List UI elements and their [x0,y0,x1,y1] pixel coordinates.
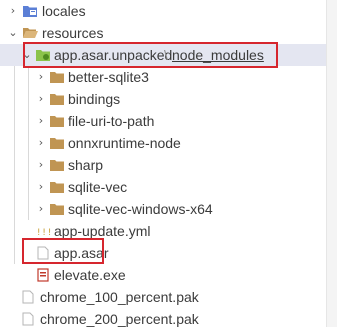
tree-item-module[interactable]: › onnxruntime-node [0,132,337,154]
locales-folder-icon [23,6,37,17]
chevron-down-icon[interactable]: ⌄ [8,22,18,44]
file-icon [22,312,34,326]
chevron-right-icon[interactable]: › [36,110,46,132]
tree-item-label: sharp [68,157,104,173]
chevron-right-icon[interactable]: › [36,132,46,154]
tree-item-module[interactable]: › sharp [0,154,337,176]
tree-item-resources[interactable]: ⌄ resources [0,22,337,44]
chevron-right-icon[interactable]: › [36,198,46,220]
tree-item-label: file-uri-to-path [68,113,155,129]
tree-item-label: sqlite-vec-windows-x64 [68,201,213,217]
chevron-right-icon[interactable]: › [8,0,18,22]
tree-item-elevate[interactable]: elevate.exe [0,264,337,286]
tree-item-label: sqlite-vec [68,179,128,195]
tree-item-module[interactable]: › sqlite-vec [0,176,337,198]
scrollbar[interactable] [326,0,337,327]
highlight-box-app-asar [22,238,104,264]
tree-item-module[interactable]: › sqlite-vec-windows-x64 [0,198,337,220]
folder-icon [50,116,64,127]
tree-item-label: elevate.exe [54,267,126,283]
tree-item-label: locales [42,3,86,19]
tree-item-label: better-sqlite3 [68,69,149,85]
tree-item-module[interactable]: › better-sqlite3 [0,66,337,88]
highlight-box-unpacked [23,42,278,68]
file-icon [22,290,34,304]
folder-icon [50,204,64,215]
chevron-right-icon[interactable]: › [36,66,46,88]
folder-icon [50,94,64,105]
tree-item-module[interactable]: › bindings [0,88,337,110]
exe-icon [37,268,49,282]
folder-icon [50,138,64,149]
svg-text:!!!: !!! [36,228,51,238]
tree-item-label: chrome_100_percent.pak [40,289,199,305]
tree-item-chrome-100[interactable]: chrome_100_percent.pak [0,286,337,308]
tree-item-label: resources [42,25,104,41]
folder-icon [50,182,64,193]
yaml-icon: !!! [36,228,51,238]
tree-item-label: onnxruntime-node [68,135,181,151]
chevron-right-icon[interactable]: › [36,176,46,198]
folder-icon [50,160,64,171]
file-explorer-tree: › locales ⌄ resources ⌄ app.asar.unpacke… [0,0,337,327]
tree-item-label: bindings [68,91,121,107]
folder-open-icon [23,28,38,38]
chevron-right-icon[interactable]: › [36,154,46,176]
chevron-right-icon[interactable]: › [36,88,46,110]
tree-item-locales[interactable]: › locales [0,0,337,22]
folder-icon [50,72,64,83]
tree-item-module[interactable]: › file-uri-to-path [0,110,337,132]
